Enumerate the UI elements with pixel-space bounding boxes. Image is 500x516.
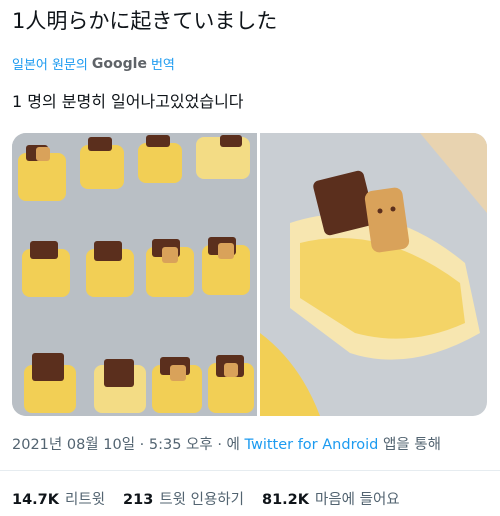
tweet-metadata: 2021년 08월 10일 · 5:35 오후 · 에 Twitter for … xyxy=(12,433,441,454)
retweets-count: 14.7K xyxy=(12,492,60,508)
likes-stat[interactable]: 81.2K 마음에 들어요 xyxy=(262,488,400,509)
likes-label: 마음에 들어요 xyxy=(315,492,400,508)
quotes-count: 213 xyxy=(123,492,154,508)
translation-suffix: 번역 xyxy=(150,58,175,73)
source-link[interactable]: Twitter for Android xyxy=(245,437,379,453)
retweets-label: 리트윗 xyxy=(65,492,106,508)
pastry xyxy=(22,241,70,297)
pastry xyxy=(196,135,250,179)
timestamp[interactable]: 2021년 08월 10일 · 5:35 오후 · 에 xyxy=(12,437,240,453)
photo-pastry-closeup[interactable] xyxy=(260,133,487,416)
source-suffix: 앱을 통해 xyxy=(382,437,441,453)
tweet-media[interactable] xyxy=(12,133,487,416)
pastry xyxy=(94,359,146,413)
photo-pastry-tray[interactable] xyxy=(12,133,257,416)
tweet-stats: 14.7K 리트윗 213 트윗 인용하기 81.2K 마음에 들어요 xyxy=(12,488,400,509)
tweet-text: 1人明らかに起きていました xyxy=(12,9,278,33)
pastry xyxy=(86,241,134,297)
pastry xyxy=(18,145,66,201)
translation-attribution[interactable]: 일본어 원문의 Google 번역 xyxy=(12,54,175,74)
divider xyxy=(0,470,500,471)
quotes-stat[interactable]: 213 트윗 인용하기 xyxy=(123,488,244,509)
pastry xyxy=(152,357,202,413)
pastry xyxy=(208,355,254,413)
pastry xyxy=(202,237,250,295)
quotes-label: 트윗 인용하기 xyxy=(159,492,244,508)
translated-text: 1 명의 분명히 일어나고있었습니다 xyxy=(12,92,244,111)
translation-prefix: 일본어 원문의 xyxy=(12,58,88,73)
pastry xyxy=(146,239,194,297)
retweets-stat[interactable]: 14.7K 리트윗 xyxy=(12,488,105,509)
likes-count: 81.2K xyxy=(261,492,309,508)
google-logo: Google xyxy=(91,55,147,72)
